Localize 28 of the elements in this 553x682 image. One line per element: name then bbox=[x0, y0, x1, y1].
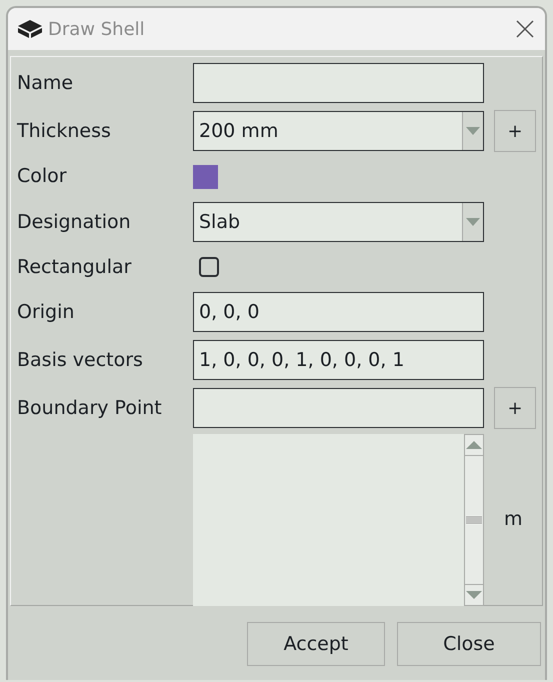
close-icon[interactable] bbox=[515, 19, 535, 39]
dropdown[interactable]: Slab bbox=[193, 202, 484, 242]
color-swatch[interactable] bbox=[193, 164, 218, 188]
close-button[interactable]: Close bbox=[397, 622, 541, 666]
input-field[interactable] bbox=[193, 388, 484, 428]
field-label: Boundary Point bbox=[16, 396, 163, 421]
input-field[interactable]: 1, 0, 0, 0, 1, 0, 0, 0, 1 bbox=[193, 340, 484, 380]
unit-label: m bbox=[504, 508, 524, 530]
add-button[interactable]: + bbox=[494, 110, 536, 152]
field-label: Thickness bbox=[16, 119, 112, 144]
window-title: Draw Shell bbox=[48, 18, 145, 40]
checkbox[interactable] bbox=[199, 257, 219, 277]
add-button[interactable]: + bbox=[494, 387, 536, 429]
field-label: Designation bbox=[16, 210, 132, 235]
caret-icon bbox=[466, 127, 480, 135]
field-label: Origin bbox=[16, 300, 76, 325]
grip-icon[interactable] bbox=[466, 516, 482, 524]
field-label: Rectangular bbox=[16, 255, 132, 280]
box-icon bbox=[18, 20, 42, 38]
field-label: Basis vectors bbox=[16, 348, 144, 373]
scrollbar[interactable] bbox=[464, 434, 484, 606]
caret-icon bbox=[466, 218, 480, 226]
dropdown[interactable]: 200 mm bbox=[193, 111, 484, 151]
accept-button[interactable]: Accept bbox=[247, 622, 385, 666]
input-field[interactable]: 0, 0, 0 bbox=[193, 292, 484, 332]
field-label: Color bbox=[16, 164, 68, 189]
input-field[interactable] bbox=[193, 63, 484, 103]
field-label: Name bbox=[16, 71, 74, 96]
